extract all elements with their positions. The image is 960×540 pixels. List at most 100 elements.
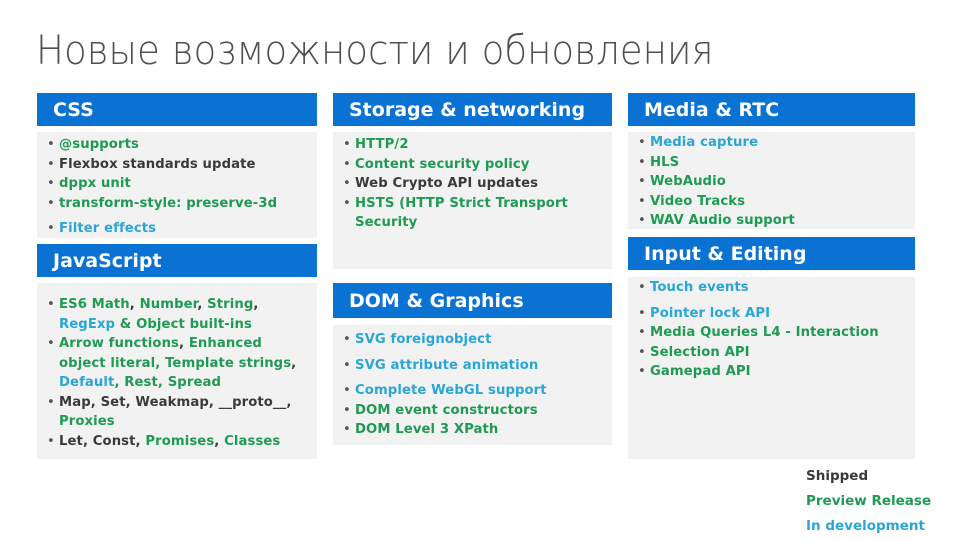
feature-text: Selection API (650, 344, 750, 360)
feature-text: , (291, 355, 297, 371)
bullet-icon: • (343, 176, 351, 191)
feature-item: • Selection API (628, 343, 915, 363)
feature-item: • Arrow functions, Enhanced object litera… (37, 334, 311, 393)
bullet-icon: • (47, 195, 55, 211)
feature-item: • HLS (628, 153, 915, 173)
feature-text: Let, Const, (59, 433, 146, 449)
feature-item: • ES6 Math, Number, String, RegExp & Obje… (37, 295, 311, 334)
bullet-icon: • (638, 344, 646, 360)
bullet-icon: • (638, 280, 646, 295)
feature-text: Touch events (650, 280, 749, 295)
bullet-icon: • (47, 433, 55, 449)
panel-body-storage: • HTTP/2 • Content security policy • Web Cryp… (333, 132, 612, 269)
feature-text: @supports (59, 137, 139, 152)
feature-text: Classes (224, 433, 281, 449)
feature-text: ES6 Math (59, 297, 130, 312)
feature-item: • Flexbox standards update (37, 155, 317, 175)
feature-text: WebAudio (650, 174, 726, 189)
feature-text: Media capture (650, 135, 759, 150)
feature-text: DOM event constructors (355, 402, 538, 418)
bullet-icon: • (47, 297, 55, 312)
feature-text: , (179, 336, 189, 351)
feature-text: Pointer lock API (650, 305, 771, 321)
feature-item: • HTTP/2 (333, 135, 572, 155)
panel-header-javascript: JavaScript (37, 244, 317, 277)
feature-text: SVG attribute animation (355, 357, 539, 373)
feature-text: dppx unit (59, 176, 131, 191)
feature-item: • Complete WebGL support (333, 381, 612, 401)
feature-item: • DOM event constructors (333, 401, 612, 421)
feature-item: • Gamepad API (628, 362, 915, 382)
legend-shipped: Shipped (806, 468, 869, 484)
feature-item: • transform-style: preserve-3d (37, 194, 317, 214)
feature-text: Number (139, 297, 198, 312)
bullet-icon: • (638, 325, 646, 340)
feature-item: • Media capture (628, 133, 915, 153)
slide-title: Новые возможности и обновления (36, 28, 714, 74)
feature-item: • Map, Set, Weakmap, __proto__, Proxies (37, 393, 311, 432)
bullet-icon: • (343, 332, 351, 347)
bullet-icon: • (638, 135, 646, 150)
bullet-icon: • (343, 402, 351, 418)
feature-text: , Rest, Spread (114, 375, 222, 390)
panel-body-javascript: • ES6 Math, Number, String, RegExp & Obje… (37, 283, 317, 459)
feature-list-css: • @supports • Flexbox standards update • dppx… (37, 135, 317, 239)
feature-text: WAV Audio support (650, 213, 795, 228)
feature-list-dom: • SVG foreignobject • SVG attribute animati… (333, 330, 612, 440)
feature-text: HTTP/2 (355, 137, 409, 152)
bullet-icon: • (638, 154, 646, 170)
feature-text: Flexbox standards update (59, 156, 256, 172)
feature-text: , (214, 433, 225, 449)
bullet-icon: • (343, 195, 351, 211)
feature-list-media: • Media capture • HLS • WebAudio • Video Tracks… (628, 133, 915, 231)
feature-text: HSTS (HTTP Strict Transport Security (355, 195, 568, 231)
bullet-icon: • (343, 383, 351, 398)
panel-body-dom: • SVG foreignobject • SVG attribute animati… (333, 325, 612, 445)
feature-list-javascript: • ES6 Math, Number, String, RegExp & Obje… (37, 295, 311, 451)
feature-item: • SVG attribute animation (333, 356, 612, 376)
feature-text: Web Crypto API updates (355, 176, 539, 191)
feature-item: • DOM Level 3 XPath (333, 420, 612, 440)
feature-list-storage: • HTTP/2 • Content security policy • Web Cryp… (333, 135, 572, 233)
feature-item: • Let, Const, Promises, Classes (37, 432, 311, 452)
legend-in-development: In development (806, 518, 925, 534)
feature-text: Proxies (59, 414, 115, 429)
feature-item: • Filter effects (37, 219, 317, 239)
bullet-icon: • (638, 174, 646, 189)
bullet-icon: • (638, 305, 646, 321)
feature-text: Gamepad API (650, 364, 751, 379)
panel-header-input: Input & Editing (628, 237, 915, 270)
feature-text: , (129, 297, 140, 312)
bullet-icon: • (343, 156, 351, 172)
feature-text: Content security policy (355, 156, 530, 172)
panel-header-media: Media & RTC (628, 93, 915, 126)
feature-text: Arrow functions (59, 336, 180, 351)
bullet-icon: • (47, 176, 55, 191)
feature-text: Map, Set, Weakmap, __proto__, (59, 394, 292, 410)
bullet-icon: • (343, 137, 351, 152)
bullet-icon: • (47, 394, 55, 410)
bullet-icon: • (47, 156, 55, 172)
bullet-icon: • (638, 213, 646, 228)
feature-item: • Web Crypto API updates (333, 174, 572, 194)
panel-header-css: CSS (37, 93, 317, 126)
feature-item: • SVG foreignobject (333, 330, 612, 350)
feature-text: Filter effects (59, 221, 157, 236)
feature-item: • HSTS (HTTP Strict Transport Security (333, 194, 572, 233)
panel-body-input: • Touch events • Pointer lock API • Media Que… (628, 277, 915, 459)
feature-text: & Object built-ins (115, 316, 252, 332)
feature-text: , (253, 297, 259, 312)
legend-preview-release: Preview Release (806, 493, 932, 509)
status-legend: Shipped Preview Release In development (806, 464, 931, 539)
feature-text: Default (59, 375, 115, 390)
feature-item: • dppx unit (37, 174, 317, 194)
feature-item: • Touch events (628, 278, 915, 298)
bullet-icon: • (47, 137, 55, 152)
feature-item: • @supports (37, 135, 317, 155)
feature-text: , (197, 297, 208, 312)
feature-text: HLS (650, 154, 680, 170)
feature-text: transform-style: preserve-3d (59, 195, 278, 211)
bullet-icon: • (343, 357, 351, 373)
panel-header-dom: DOM & Graphics (333, 283, 612, 318)
feature-item: • Pointer lock API (628, 304, 915, 324)
